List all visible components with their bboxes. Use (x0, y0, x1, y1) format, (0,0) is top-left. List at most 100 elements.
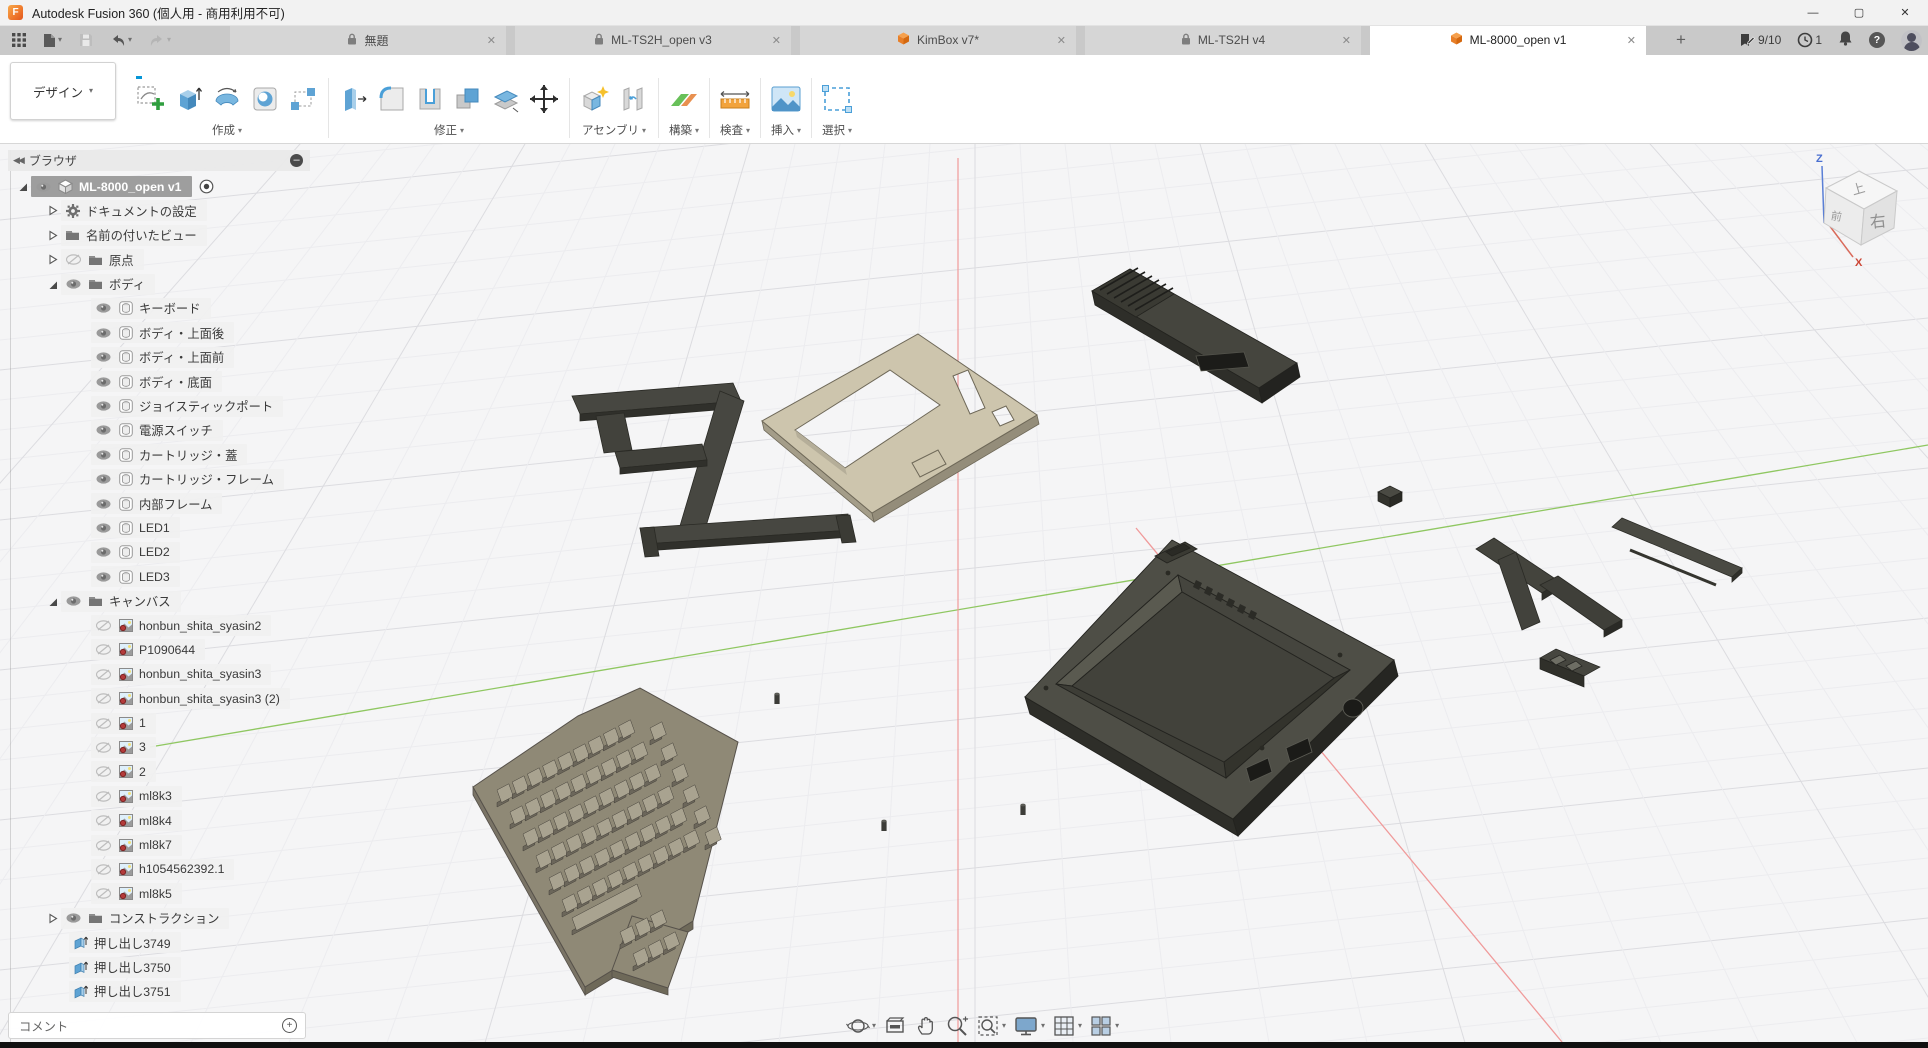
workspace-dropdown[interactable]: デザイン▾ (10, 62, 116, 120)
tree-item[interactable]: キャンバス (8, 591, 310, 612)
tree-item[interactable]: コンストラクション (8, 908, 310, 929)
visibility-eye-icon[interactable] (94, 742, 112, 753)
tree-item[interactable]: LED3 (8, 566, 310, 587)
tree-item[interactable]: ボディ (8, 274, 310, 295)
pattern-button[interactable] (286, 81, 320, 117)
press-pull-button[interactable] (337, 81, 371, 117)
hole-button[interactable] (248, 81, 282, 117)
select-button[interactable] (820, 81, 854, 117)
orbit-icon[interactable]: ▾ (846, 1014, 876, 1038)
expand-arrow-icon[interactable] (44, 254, 61, 265)
expand-arrow-icon[interactable] (44, 279, 61, 290)
part-body-top-front[interactable] (762, 334, 1039, 522)
tree-item[interactable]: ml8k7 (8, 835, 310, 856)
visibility-eye-icon[interactable] (94, 547, 112, 557)
help-icon[interactable]: ? (1869, 32, 1885, 48)
tree-item[interactable]: 内部フレーム (8, 493, 310, 514)
visibility-eye-icon[interactable] (94, 620, 112, 631)
visibility-eye-icon[interactable] (64, 279, 82, 289)
tree-item[interactable]: ボディ・底面 (8, 371, 310, 392)
visibility-eye-icon[interactable] (94, 669, 112, 680)
part-power-switch[interactable] (1378, 486, 1402, 507)
tree-item[interactable]: honbun_shita_syasin3 (8, 664, 310, 685)
visibility-eye-icon[interactable] (94, 693, 112, 704)
tree-item[interactable]: 押し出し3750 (8, 957, 310, 978)
joint-button[interactable] (616, 81, 650, 117)
group-label-modify[interactable]: 修正 (434, 122, 464, 138)
visibility-eye-icon[interactable] (64, 254, 82, 265)
tab-close-icon[interactable]: ✕ (772, 34, 781, 47)
visibility-eye-icon[interactable] (94, 815, 112, 826)
notifications-bell-icon[interactable] (1838, 30, 1853, 51)
activate-radio-icon[interactable] (199, 179, 214, 194)
tree-item[interactable]: honbun_shita_syasin2 (8, 615, 310, 636)
job-status-indicator[interactable]: 9/10 (1739, 33, 1781, 48)
undo-icon[interactable]: ▾ (110, 34, 132, 47)
tree-item[interactable]: カートリッジ・蓋 (8, 444, 310, 465)
ribbon-tab[interactable] (230, 57, 256, 77)
visibility-eye-icon[interactable] (94, 572, 112, 582)
tree-item[interactable]: 1 (8, 713, 310, 734)
group-label-inspect[interactable]: 検査 (720, 122, 750, 138)
fit-icon[interactable]: ▾ (976, 1014, 1006, 1038)
tree-item[interactable]: ml8k3 (8, 786, 310, 807)
expand-arrow-icon[interactable] (14, 181, 31, 192)
grid-settings-icon[interactable]: ▾ (1052, 1014, 1082, 1038)
visibility-eye-icon[interactable] (94, 425, 112, 435)
visibility-eye-icon[interactable] (94, 523, 112, 533)
viewcube[interactable]: Z X 上 前 右 (1816, 153, 1897, 269)
tree-item[interactable]: 3 (8, 737, 310, 758)
tree-item[interactable]: LED2 (8, 542, 310, 563)
group-label-construct[interactable]: 構築 (669, 122, 699, 138)
extrude-button[interactable] (172, 81, 206, 117)
tree-item[interactable]: honbun_shita_syasin3 (2) (8, 688, 310, 709)
browser-header[interactable]: ◀◀ ブラウザ – (8, 150, 310, 171)
zoom-icon[interactable] (945, 1014, 969, 1038)
close-button[interactable]: ✕ (1882, 0, 1928, 25)
tree-item[interactable]: ml8k4 (8, 810, 310, 831)
browser-collapse-icon[interactable]: ◀◀ (13, 155, 23, 166)
visibility-eye-icon[interactable] (64, 596, 82, 606)
tree-item[interactable]: 名前の付いたビュー (8, 225, 310, 246)
construction-plane-button[interactable] (667, 81, 701, 117)
add-comment-icon[interactable]: + (282, 1018, 297, 1033)
maximize-button[interactable]: ▢ (1836, 0, 1882, 25)
minimize-button[interactable]: — (1790, 0, 1836, 25)
group-label-select[interactable]: 選択 (822, 122, 852, 138)
part-fastener-pins[interactable] (774, 693, 1025, 831)
combine-button[interactable] (451, 81, 485, 117)
viewports-icon[interactable]: ▾ (1089, 1014, 1119, 1038)
group-label-assemble[interactable]: アセンブリ (582, 122, 646, 138)
display-settings-icon[interactable]: ▾ (1013, 1014, 1045, 1038)
expand-arrow-icon[interactable] (44, 596, 61, 607)
group-label-create[interactable]: 作成 (212, 122, 242, 138)
tree-item[interactable]: P1090644 (8, 639, 310, 660)
pan-icon[interactable] (914, 1014, 938, 1038)
comment-bar[interactable]: コメント + (8, 1012, 306, 1039)
tree-item[interactable]: ボディ・上面前 (8, 347, 310, 368)
tree-item[interactable]: ジョイスティックポート (8, 396, 310, 417)
visibility-eye-icon[interactable] (94, 328, 112, 338)
redo-icon[interactable]: ▾ (149, 34, 171, 47)
tree-item[interactable]: h1054562392.1 (8, 859, 310, 880)
visibility-eye-icon[interactable] (34, 182, 52, 192)
move-button[interactable] (527, 81, 561, 117)
ribbon-tab[interactable] (204, 57, 230, 77)
look-at-icon[interactable] (883, 1014, 907, 1038)
visibility-eye-icon[interactable] (94, 474, 112, 484)
visibility-eye-icon[interactable] (94, 401, 112, 411)
file-menu-icon[interactable]: ▾ (43, 33, 62, 48)
expand-arrow-icon[interactable] (44, 913, 61, 924)
create-sketch-button[interactable] (134, 81, 168, 117)
tree-item[interactable]: 押し出し3751 (8, 981, 310, 1002)
visibility-eye-icon[interactable] (94, 888, 112, 899)
document-tab[interactable]: 無題 ✕ (230, 25, 506, 55)
part-slot-cover-strip[interactable] (1612, 518, 1742, 585)
user-avatar[interactable] (1901, 30, 1922, 51)
ribbon-tab[interactable] (152, 57, 178, 77)
tab-close-icon[interactable]: ✕ (1342, 34, 1351, 47)
expand-arrow-icon[interactable] (44, 230, 61, 241)
extension-clock-icon[interactable]: 1 (1797, 32, 1822, 48)
tab-close-icon[interactable]: ✕ (487, 34, 496, 47)
measure-button[interactable] (718, 81, 752, 117)
